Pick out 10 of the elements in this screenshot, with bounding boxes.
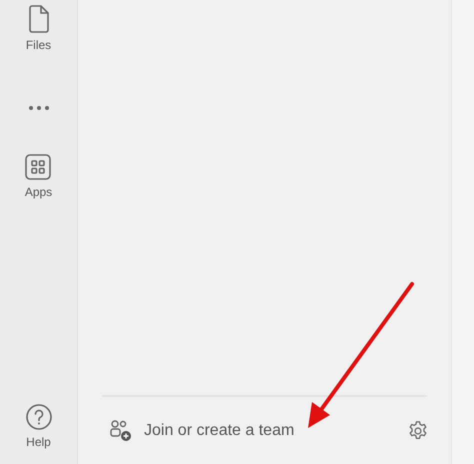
help-icon bbox=[26, 404, 52, 430]
rail-item[interactable]: Files bbox=[26, 5, 52, 54]
add-people-icon bbox=[110, 420, 132, 442]
settings-button[interactable] bbox=[407, 420, 429, 442]
file-icon bbox=[28, 5, 48, 33]
settings-icon bbox=[407, 420, 429, 442]
apps-grid-icon bbox=[25, 154, 52, 180]
rail-item[interactable]: Apps bbox=[24, 154, 52, 201]
help-button[interactable]: Help bbox=[26, 404, 52, 451]
join-team-button[interactable]: Join or create a team bbox=[110, 418, 294, 442]
